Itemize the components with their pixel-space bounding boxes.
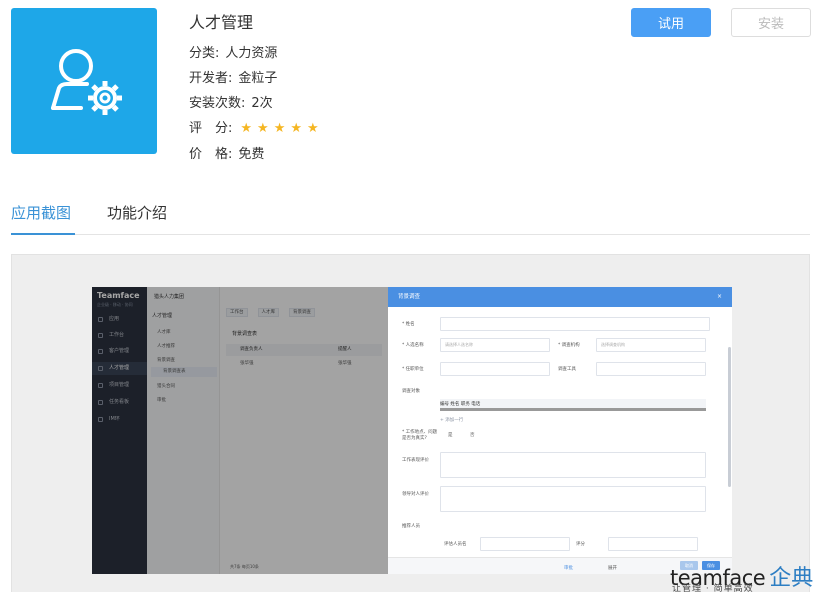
footer-select-right: 展开 [608, 566, 617, 571]
field-label: * 任职单位 [402, 367, 424, 372]
field-box [480, 537, 570, 551]
field-box [440, 317, 710, 331]
app-icon [11, 8, 157, 154]
category-label: 分类: [189, 46, 220, 61]
category-value: 人力资源 [225, 46, 278, 61]
app-screenshot: Teamface 企业级 · 移动 · 协同 应用 工作台 客户管理 人才管理 … [92, 287, 732, 574]
add-row-link: + 添加一行 [440, 418, 464, 423]
price-label: 价 格: [189, 147, 233, 162]
radio-yes: 是 [448, 433, 453, 438]
price-row: 价 格: 免费 [189, 143, 264, 162]
screenshot-sub-table: 编号 姓名 职务 电话 [440, 399, 706, 411]
radio-no: 否 [470, 433, 475, 438]
tab-features[interactable]: 功能介绍 [107, 202, 167, 235]
field-box: 请选择人选名称 [440, 338, 550, 352]
textarea-box [440, 486, 706, 512]
field-label: 评估人员名 [444, 542, 467, 547]
watermark-cn: 企典 [769, 566, 814, 591]
field-label: 评分 [576, 542, 585, 547]
rating-stars: ★★★★★ [240, 121, 324, 136]
field-box: 选择调查机构 [596, 338, 706, 352]
close-icon: × [716, 293, 722, 300]
user-gear-icon [51, 49, 122, 115]
developer-value: 金粒子 [238, 71, 278, 86]
screenshot-modal-title: 背景调查 [388, 287, 732, 307]
try-button[interactable]: 试用 [631, 8, 711, 37]
field-label: * 姓名 [402, 322, 415, 327]
developer-row: 开发者: 金粒子 [189, 67, 277, 86]
screenshot-panel: Teamface 企业级 · 移动 · 协同 应用 工作台 客户管理 人才管理 … [11, 254, 810, 592]
field-box [440, 362, 550, 376]
installs-row: 安装次数: 2次 [189, 92, 273, 111]
rating-label: 评 分: [189, 121, 233, 136]
screenshot-overlay [92, 287, 388, 574]
app-title: 人才管理 [189, 13, 254, 32]
watermark-sub: 让管理 · 简单高效 [672, 584, 754, 592]
rating-row: 评 分: ★★★★★ [189, 117, 324, 136]
tab-screenshots[interactable]: 应用截图 [11, 202, 75, 235]
watermark-logo: teamface 企典 让管理 · 简单高效 [670, 560, 813, 592]
field-label: * 人选名称 [402, 343, 424, 348]
field-label: 调查工具 [558, 367, 576, 372]
screenshot-modal: 背景调查 × * 姓名 * 人选名称 请选择人选名称 * 调查机构 选择调查机构… [388, 287, 732, 574]
field-label: 调查对象 [402, 389, 420, 394]
field-label: * 工作地点、问题是否为真实? [402, 430, 438, 441]
screenshot-scrollbar [728, 347, 731, 487]
field-box [608, 537, 698, 551]
developer-label: 开发者: [189, 71, 233, 86]
footer-select: 审批 [564, 566, 573, 571]
price-value: 免费 [238, 147, 265, 162]
installs-value: 2次 [251, 96, 273, 111]
installs-label: 安装次数: [189, 96, 246, 111]
install-button[interactable]: 安装 [731, 8, 811, 37]
tab-bar: 应用截图 功能介绍 [11, 198, 810, 235]
category-row: 分类: 人力资源 [189, 42, 277, 61]
field-label: 工作表现评价 [402, 458, 429, 463]
field-label: 推荐人员 [402, 524, 420, 529]
field-label: 领导对人评价 [402, 492, 429, 497]
field-box [596, 362, 706, 376]
textarea-box [440, 452, 706, 478]
field-label: * 调查机构 [558, 343, 580, 348]
